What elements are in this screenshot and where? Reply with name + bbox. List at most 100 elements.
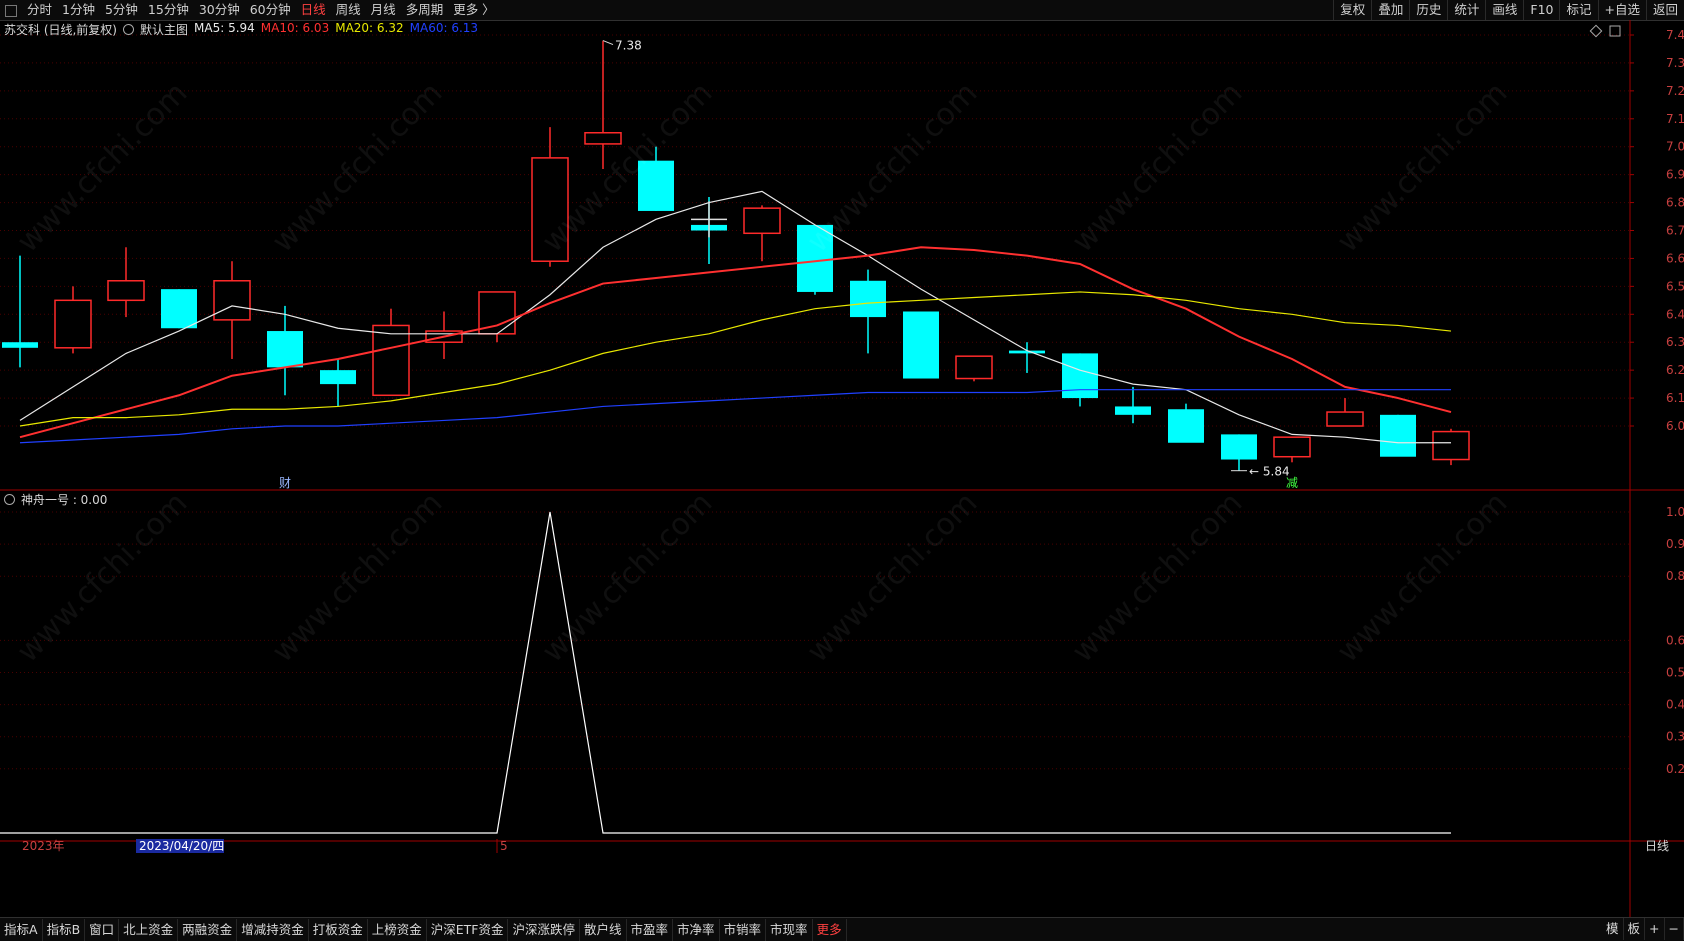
price-tick-label: 7.40 [1666,28,1684,42]
candle-body-down[interactable] [903,311,939,379]
period-tab-7[interactable]: 周线 [331,0,366,20]
kline-chart[interactable]: 7.40 7.30 7.20 7.10 7.00 6.90 6.80 6.70 6.60 6.50… [0,20,1684,920]
bottom-control-2[interactable]: + [1645,918,1665,940]
period-tab-5[interactable]: 60分钟 [245,0,296,20]
candle-body-up[interactable] [584,132,622,145]
indicator-label[interactable]: 神舟一号 : 0.00 [21,491,107,508]
tool-button-1[interactable]: 叠加 [1371,0,1409,20]
price-tick-label: 6.90 [1666,168,1684,182]
bottom-tab-11[interactable]: 市盈率 [627,918,674,941]
indicator-tab-bar: 指标A 指标B 窗口 北上资金 两融资金 增减持资金 打板资金 上榜资金 沪深ETF资金 沪深涨跌… [0,917,1684,941]
panel-toggle-icon[interactable] [1609,25,1621,37]
price-tick-label: 7.00 [1666,140,1684,154]
candle-body-down[interactable] [850,280,886,318]
candle-body-down[interactable] [161,289,197,329]
candle-body-up[interactable] [1326,411,1364,427]
stock-label: 苏交科 (日线,前复权) [4,23,117,37]
candle-body-up[interactable] [1432,430,1470,461]
bottom-tab-0[interactable]: 指标A [0,918,43,941]
bottom-tab-12[interactable]: 市净率 [673,918,720,941]
bottom-tab-15[interactable]: 更多 [813,918,847,941]
bottom-right-controls: 模板 + − [1602,918,1684,940]
bottom-tab-13[interactable]: 市销率 [720,918,767,941]
indicator-line [0,511,1451,834]
period-tab-4[interactable]: 30分钟 [194,0,245,20]
period-tab-6[interactable]: 日线 [296,0,331,20]
candle-body-down[interactable] [320,370,356,385]
indicator-tick-label: 0.60 [1666,633,1684,647]
tool-button-5[interactable]: F10 [1523,0,1559,20]
candle-body-up[interactable] [213,280,251,321]
candle-body-up[interactable] [107,280,145,302]
bottom-tab-7[interactable]: 上榜资金 [368,918,427,941]
bottom-tab-14[interactable]: 市现率 [766,918,813,941]
candle-body-down[interactable] [797,224,833,292]
indicator-tick-label: 0.30 [1666,730,1684,744]
period-tab-9[interactable]: 多周期 [401,0,449,20]
bottom-tab-2[interactable]: 窗口 [85,918,120,941]
price-tick-label: 7.10 [1666,112,1684,126]
bottom-tab-5[interactable]: 增减持资金 [237,918,309,941]
indicator-icon[interactable] [4,494,15,505]
tool-button-4[interactable]: 画线 [1485,0,1523,20]
period-toolbar: 分时 1分钟 5分钟 15分钟 30分钟 60分钟 日线 周线 月线 多周期 更多 〉 复权 叠加 历史… [0,0,1684,21]
period-tab-2[interactable]: 5分钟 [100,0,143,20]
period-tab-10[interactable]: 更多 〉 [448,0,499,20]
bottom-tab-10[interactable]: 散户线 [580,918,627,941]
ma20-legend: MA20: 6.32 [335,21,404,35]
tool-button-8[interactable]: 返回 [1645,0,1684,20]
high-pointer [602,40,614,46]
candle-body-down[interactable] [638,160,674,211]
bottom-control-1[interactable]: 板 [1624,918,1646,940]
tool-button-3[interactable]: 统计 [1447,0,1485,20]
candle-body-down[interactable] [1062,353,1098,399]
bottom-control-3[interactable]: − [1665,918,1684,940]
bottom-tab-1[interactable]: 指标B [43,918,86,941]
price-tick-label: 7.20 [1666,84,1684,98]
ma10-legend: MA10: 6.03 [260,21,330,35]
candle-body-down[interactable] [1168,409,1204,443]
candle-body-down[interactable] [2,342,38,348]
period-tab-1[interactable]: 1分钟 [57,0,100,20]
bottom-tab-6[interactable]: 打板资金 [309,918,368,941]
candle-body-up[interactable] [372,324,410,397]
candle-body-down[interactable] [1221,434,1257,460]
period-label[interactable]: 日线 [1645,839,1669,853]
candle-body-up[interactable] [54,299,92,349]
chart-area[interactable]: 7.40 7.30 7.20 7.10 7.00 6.90 6.80 6.70 6.60 6.50… [0,20,1684,920]
candle-body-down[interactable] [1115,406,1151,415]
high-price-label: 7.38 [615,39,642,53]
low-price-label: ← 5.84 [1249,465,1290,479]
bottom-tab-9[interactable]: 沪深涨跌停 [508,918,580,941]
event-marker-finance[interactable]: 财 [279,476,291,490]
tool-button-2[interactable]: 历史 [1409,0,1447,20]
candle-body-up[interactable] [531,157,569,262]
candle-body-down[interactable] [267,331,303,368]
candle-body-up[interactable] [743,207,781,235]
candle-body-down[interactable] [1380,414,1416,457]
indicator-tick-label: 0.40 [1666,698,1684,712]
period-tab-3[interactable]: 15分钟 [143,0,194,20]
window-icon[interactable] [5,5,17,17]
candle-body-up[interactable] [1273,436,1311,458]
template-label[interactable]: 默认主图 [140,21,188,38]
bottom-tabs: 指标A 指标B 窗口 北上资金 两融资金 增减持资金 打板资金 上榜资金 沪深ETF资金 沪深涨跌… [0,918,847,941]
bottom-control-0[interactable]: 模 [1602,918,1624,940]
price-tick-label: 6.60 [1666,251,1684,265]
candle-body-up[interactable] [955,355,993,380]
tool-button-7[interactable]: +自选 [1597,0,1646,20]
period-tab-8[interactable]: 月线 [366,0,401,20]
bottom-tab-8[interactable]: 沪深ETF资金 [427,918,509,941]
period-tabs: 分时 1分钟 5分钟 15分钟 30分钟 60分钟 日线 周线 月线 多周期 更多 〉 [22,0,500,20]
tool-button-0[interactable]: 复权 [1333,0,1371,20]
bottom-tab-4[interactable]: 两融资金 [178,918,238,941]
price-tick-label: 6.20 [1666,363,1684,377]
template-icon[interactable] [123,24,134,35]
period-tab-0[interactable]: 分时 [22,0,57,20]
month-label: 5 [500,839,508,853]
tool-button-6[interactable]: 标记 [1559,0,1597,20]
price-tick-label: 6.80 [1666,196,1684,210]
price-tick-label: 6.40 [1666,307,1684,321]
bottom-tab-3[interactable]: 北上资金 [119,918,179,941]
event-marker-reduce[interactable]: 减 [1286,476,1298,490]
